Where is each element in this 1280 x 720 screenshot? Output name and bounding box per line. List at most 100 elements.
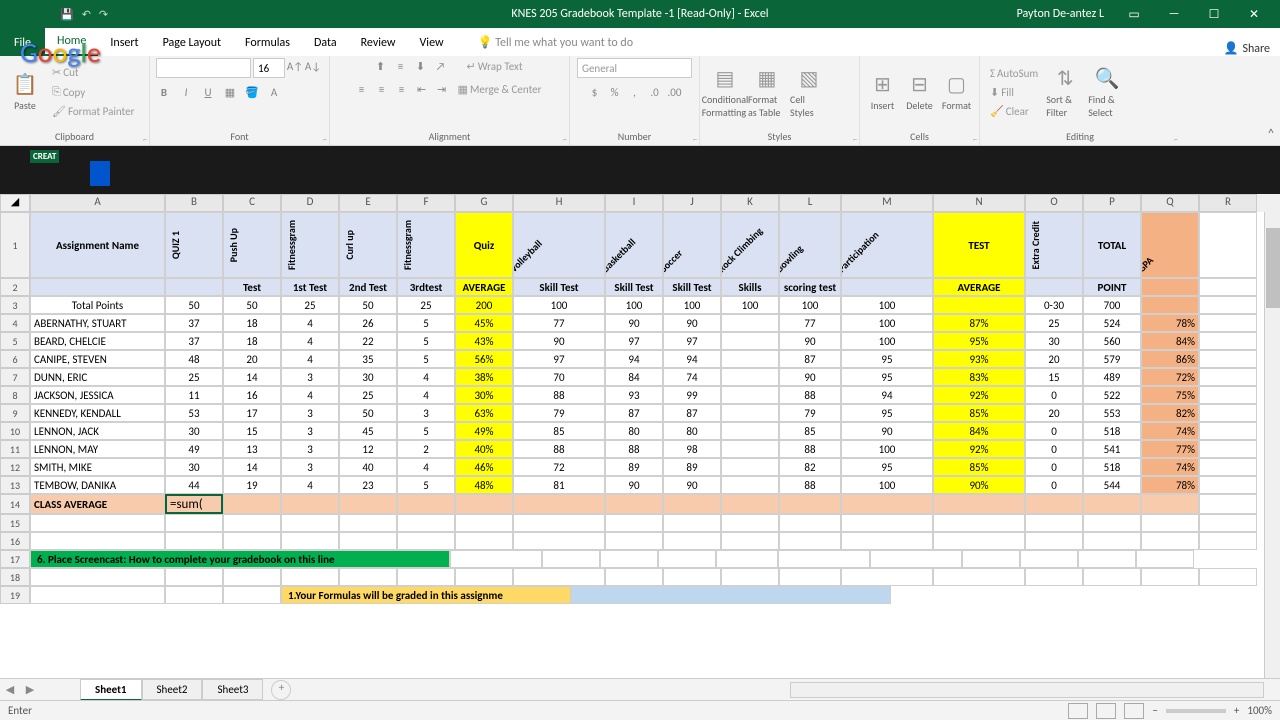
cell[interactable]: 23: [339, 476, 397, 494]
cell[interactable]: 524: [1083, 314, 1141, 332]
collapse-ribbon-icon[interactable]: ^: [1268, 127, 1274, 141]
row-header[interactable]: 17: [0, 550, 30, 568]
cell[interactable]: [1141, 296, 1199, 314]
menu-formulas[interactable]: Formulas: [233, 28, 302, 56]
cell[interactable]: 97: [605, 332, 663, 350]
cell[interactable]: [223, 586, 281, 604]
undo-icon[interactable]: ↶: [82, 8, 91, 21]
cell[interactable]: 30%: [455, 386, 513, 404]
col-header-Q[interactable]: Q: [1141, 194, 1199, 212]
cell[interactable]: 15: [223, 422, 281, 440]
cell[interactable]: 45%: [455, 314, 513, 332]
cell[interactable]: CLASS AVERAGE: [30, 494, 165, 514]
bold-icon[interactable]: B: [156, 84, 172, 100]
cell[interactable]: [600, 550, 658, 568]
cell[interactable]: [1141, 532, 1199, 550]
row-header[interactable]: 1: [0, 212, 30, 278]
cell[interactable]: 74%: [1141, 422, 1199, 440]
cell[interactable]: [1141, 494, 1199, 514]
cell[interactable]: 78%: [1141, 476, 1199, 494]
cell[interactable]: 5: [397, 422, 455, 440]
cell[interactable]: 95%: [933, 332, 1025, 350]
menu-view[interactable]: View: [408, 28, 456, 56]
cell[interactable]: Curl up: [339, 212, 397, 278]
cell[interactable]: 0: [1025, 458, 1083, 476]
cell[interactable]: [455, 514, 513, 532]
spreadsheet-grid[interactable]: ◢ ABCDEFGHIJKLMNOPQR 1Assignment NameQUI…: [0, 194, 1280, 604]
cell[interactable]: [933, 514, 1025, 532]
col-header-J[interactable]: J: [663, 194, 721, 212]
cell[interactable]: 97: [663, 332, 721, 350]
cell[interactable]: 25: [281, 296, 339, 314]
cell[interactable]: [721, 332, 779, 350]
cell[interactable]: Total Points: [30, 296, 165, 314]
editing-cell[interactable]: =sum(: [165, 494, 223, 514]
currency-icon[interactable]: $: [587, 84, 603, 100]
cell[interactable]: ABERNATHY, STUART: [30, 314, 165, 332]
cell[interactable]: 87: [663, 404, 721, 422]
cell[interactable]: 95: [841, 458, 933, 476]
minimize-icon[interactable]: —: [1154, 0, 1194, 28]
cell[interactable]: [571, 586, 891, 604]
cell[interactable]: 43%: [455, 332, 513, 350]
cell[interactable]: 18: [223, 314, 281, 332]
cell[interactable]: 46%: [455, 458, 513, 476]
indent-dec-icon[interactable]: ⇤: [414, 82, 430, 98]
col-header-G[interactable]: G: [455, 194, 513, 212]
cell[interactable]: 100: [841, 440, 933, 458]
cell[interactable]: [721, 494, 779, 514]
cell[interactable]: [223, 494, 281, 514]
cell[interactable]: [455, 532, 513, 550]
col-header-B[interactable]: B: [165, 194, 223, 212]
cell[interactable]: [339, 514, 397, 532]
percent-icon[interactable]: %: [607, 84, 623, 100]
cell[interactable]: [1199, 532, 1257, 550]
cell[interactable]: 74%: [1141, 458, 1199, 476]
cell[interactable]: [605, 514, 663, 532]
cell[interactable]: 70: [513, 368, 605, 386]
cell[interactable]: 30: [339, 368, 397, 386]
row-header[interactable]: 11: [0, 440, 30, 458]
cell[interactable]: 89: [663, 458, 721, 476]
cell[interactable]: 4: [281, 386, 339, 404]
cell[interactable]: [721, 476, 779, 494]
cell[interactable]: [962, 550, 1020, 568]
row-header[interactable]: 18: [0, 568, 30, 586]
cell[interactable]: 0: [1025, 422, 1083, 440]
row-header[interactable]: 7: [0, 368, 30, 386]
cell[interactable]: 87: [605, 404, 663, 422]
col-header-D[interactable]: D: [281, 194, 339, 212]
cell[interactable]: 1.Your Formulas will be graded in this a…: [281, 586, 571, 604]
col-header-A[interactable]: A: [30, 194, 165, 212]
cell[interactable]: 90: [779, 332, 841, 350]
cell[interactable]: 72: [513, 458, 605, 476]
cell[interactable]: 20: [223, 350, 281, 368]
cell[interactable]: 82: [779, 458, 841, 476]
cell[interactable]: 100: [513, 296, 605, 314]
menu-data[interactable]: Data: [302, 28, 349, 56]
cell[interactable]: 4: [397, 368, 455, 386]
cell[interactable]: 83%: [933, 368, 1025, 386]
row-header[interactable]: 6: [0, 350, 30, 368]
cell[interactable]: [513, 494, 605, 514]
tab-sheet1[interactable]: Sheet1: [80, 679, 142, 701]
format-painter-button[interactable]: 🖌 Format Painter: [48, 103, 138, 120]
cell[interactable]: 560: [1083, 332, 1141, 350]
cell[interactable]: [165, 278, 223, 296]
font-name-input[interactable]: [156, 58, 251, 78]
cell[interactable]: [1199, 568, 1257, 586]
cell[interactable]: 98: [663, 440, 721, 458]
cell[interactable]: 100: [841, 314, 933, 332]
cell[interactable]: [339, 532, 397, 550]
cell[interactable]: 5: [397, 350, 455, 368]
cell[interactable]: 95: [841, 368, 933, 386]
cell[interactable]: 48%: [455, 476, 513, 494]
cell[interactable]: 85%: [933, 458, 1025, 476]
merge-center-button[interactable]: ▦ Merge & Center: [454, 81, 546, 98]
cell[interactable]: 93%: [933, 350, 1025, 368]
cell[interactable]: [223, 568, 281, 586]
cell[interactable]: 4: [281, 476, 339, 494]
cell[interactable]: 100: [721, 296, 779, 314]
cell[interactable]: 6. Place Screencast: How to complete you…: [30, 550, 450, 568]
cell[interactable]: [721, 386, 779, 404]
